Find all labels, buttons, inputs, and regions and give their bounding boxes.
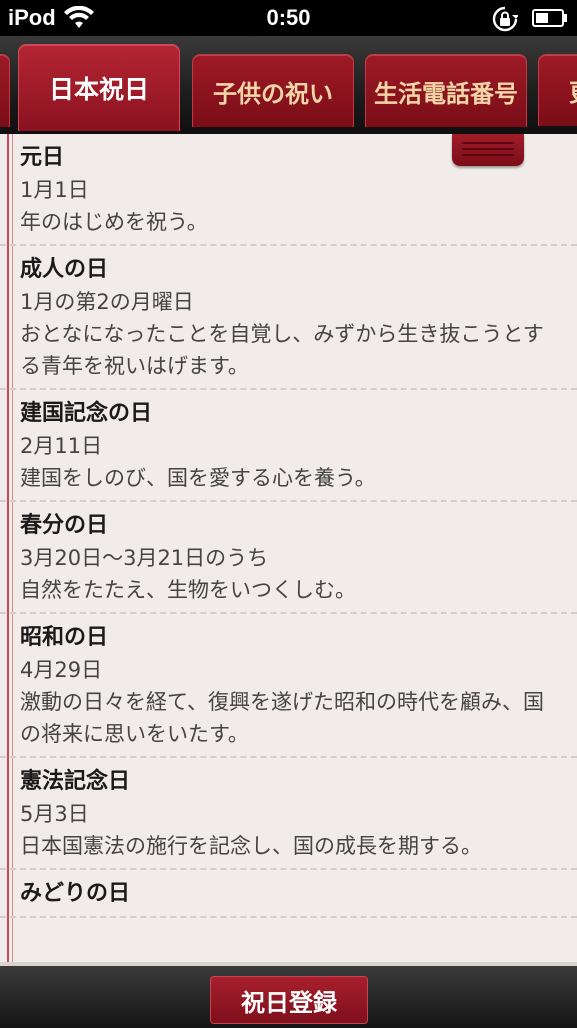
- tab-label: 生活電話番号: [374, 79, 518, 108]
- grip-line: [462, 154, 514, 156]
- rotation-lock-icon: [492, 6, 518, 32]
- clock-time: 0:50: [266, 5, 311, 30]
- list-item[interactable]: 春分の日 3月20日～3月21日のうち 自然をたたえ、生物をいつくしむ。: [0, 502, 577, 614]
- holiday-description: 激動の日々を経て、復興を遂げた昭和の時代を顧み、国の将来に思いをいたす。: [20, 690, 544, 746]
- battery-icon: [532, 9, 567, 27]
- holiday-name: みどりの日: [20, 881, 131, 906]
- tab-bar: 日本祝日 子供の祝い 生活電話番号 更: [0, 36, 577, 134]
- holiday-description: 自然をたたえ、生物をいつくしむ。: [20, 578, 356, 602]
- tab-label: 子供の祝い: [213, 79, 333, 108]
- tab-label: 更: [569, 73, 577, 108]
- list-item[interactable]: みどりの日: [0, 870, 577, 918]
- grip-line: [462, 142, 514, 144]
- tab-label: 日本祝日: [48, 75, 149, 104]
- tab-japan-holidays[interactable]: 日本祝日: [18, 44, 180, 131]
- holiday-description: 年のはじめを祝う。: [20, 210, 208, 234]
- holiday-date: 2月11日: [20, 434, 103, 458]
- tab-previous[interactable]: [0, 54, 10, 127]
- list-item[interactable]: 昭和の日 4月29日 激動の日々を経て、復興を遂げた昭和の時代を顧み、国の将来に…: [0, 614, 577, 758]
- tab-next[interactable]: 更: [538, 54, 577, 126]
- holiday-date: 1月1日: [20, 178, 89, 202]
- tab-child-celebrations[interactable]: 子供の祝い: [192, 54, 354, 127]
- tab-life-phone-numbers[interactable]: 生活電話番号: [365, 54, 527, 127]
- holiday-name: 春分の日: [20, 513, 109, 538]
- list-item[interactable]: 建国記念の日 2月11日 建国をしのび、国を愛する心を養う。: [0, 390, 577, 502]
- holiday-list[interactable]: 元日 1月1日 年のはじめを祝う。 成人の日 1月の第2の月曜日 おとなになった…: [0, 134, 577, 962]
- holiday-name: 昭和の日: [20, 625, 109, 650]
- list-item[interactable]: 成人の日 1月の第2の月曜日 おとなになったことを自覚し、みずから生き抜こうとす…: [0, 246, 577, 390]
- grip-line: [462, 148, 514, 150]
- holiday-date: 1月の第2の月曜日: [20, 290, 194, 314]
- holiday-name: 成人の日: [20, 257, 109, 282]
- holiday-name: 憲法記念日: [20, 769, 131, 794]
- status-bar: iPod 0:50: [0, 0, 577, 36]
- pull-down-handle[interactable]: [452, 134, 524, 166]
- holiday-description: 建国をしのび、国を愛する心を養う。: [20, 466, 376, 490]
- list-item[interactable]: 憲法記念日 5月3日 日本国憲法の施行を記念し、国の成長を期する。: [0, 758, 577, 870]
- holiday-date: 3月20日～3月21日のうち: [20, 546, 269, 570]
- holiday-date: 5月3日: [20, 802, 89, 826]
- bottom-toolbar: 祝日登録: [0, 962, 577, 1028]
- holiday-description: おとなになったことを自覚し、みずから生き抜こうとする青年を祝いはげます。: [20, 322, 544, 378]
- register-holiday-button[interactable]: 祝日登録: [210, 976, 368, 1024]
- holiday-date: 4月29日: [20, 658, 103, 682]
- holiday-description: 日本国憲法の施行を記念し、国の成長を期する。: [20, 834, 482, 858]
- holiday-name: 建国記念の日: [20, 401, 153, 426]
